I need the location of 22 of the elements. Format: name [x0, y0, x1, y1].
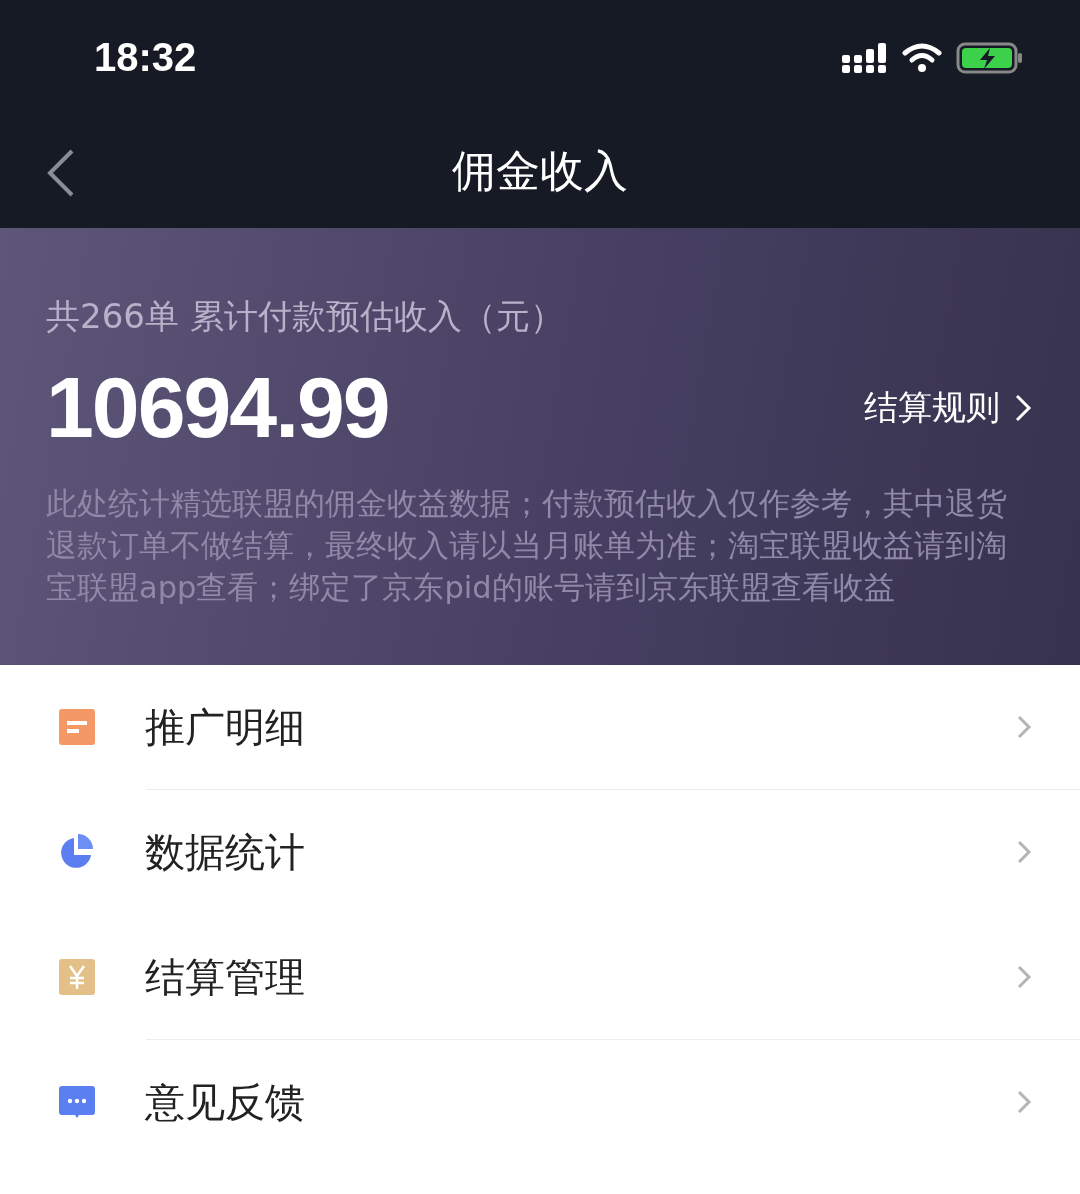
income-amount: 10694.99	[46, 358, 389, 457]
chevron-right-icon	[1016, 964, 1032, 990]
page-title: 佣金收入	[452, 144, 628, 198]
back-icon[interactable]	[46, 148, 76, 198]
menu-item[interactable]: 推广明细	[0, 665, 1080, 789]
menu-item[interactable]: 数据统计	[0, 790, 1080, 914]
battery-charging-icon	[956, 41, 1024, 74]
document-icon	[59, 709, 95, 745]
chevron-right-icon	[1016, 1089, 1032, 1115]
order-summary-caption: 共266单 累计付款预估收入（元）	[46, 295, 564, 338]
message-icon	[59, 1084, 95, 1120]
status-time: 18:32	[94, 35, 197, 80]
menu-item[interactable]: 意见反馈	[0, 1040, 1080, 1164]
yen-icon	[59, 959, 95, 995]
wifi-icon	[902, 42, 942, 73]
menu-item[interactable]: 结算管理	[0, 915, 1080, 1039]
chevron-right-icon	[1016, 839, 1032, 865]
chevron-right-icon	[1014, 392, 1032, 423]
pie-chart-icon	[59, 834, 95, 870]
settlement-rules-link[interactable]: 结算规则	[864, 384, 1032, 431]
signal-icon	[842, 42, 888, 73]
chevron-right-icon	[1016, 714, 1032, 740]
